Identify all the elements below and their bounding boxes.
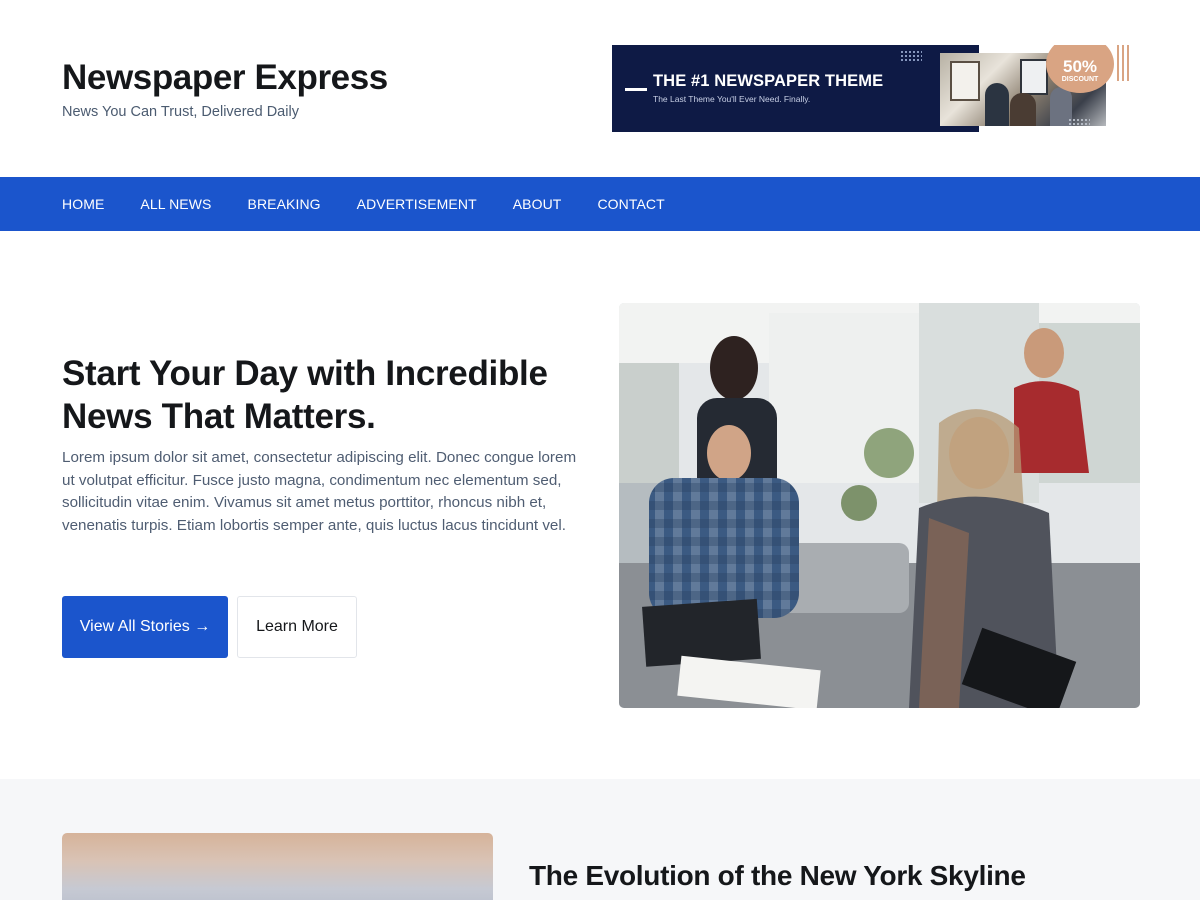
nav-item-home[interactable]: HOME [62,196,104,212]
hero-image [619,303,1140,708]
discount-percent: 50% [1062,56,1098,76]
nav-item-contact[interactable]: CONTACT [597,196,664,212]
learn-more-button[interactable]: Learn More [237,596,357,658]
nav-item-advertisement[interactable]: ADVERTISEMENT [357,196,477,212]
featured-story-image[interactable] [62,833,493,900]
view-all-stories-button[interactable]: View All Stories → [62,596,228,658]
ad-subline: The Last Theme You'll Ever Need. Finally… [653,94,811,104]
hero-heading: Start Your Day with Incredible News That… [62,354,548,436]
nav-item-about[interactable]: ABOUT [513,196,562,212]
dot-pattern-decoration-2 [1068,118,1090,127]
featured-story-title[interactable]: The Evolution of the New York Skyline [529,860,1026,892]
stripe-decoration [1117,45,1130,81]
dot-pattern-decoration [900,50,922,62]
nav-item-breaking[interactable]: BREAKING [248,196,321,212]
nav-list: HOME ALL NEWS BREAKING ADVERTISEMENT ABO… [62,177,701,231]
nav-item-all-news[interactable]: ALL NEWS [140,196,211,212]
ad-banner[interactable]: THE #1 NEWSPAPER THEME The Last Theme Yo… [612,45,1130,132]
hero-description: Lorem ipsum dolor sit amet, consectetur … [62,449,577,534]
dash-decoration [625,88,647,91]
site-header: Newspaper Express News You Can Trust, De… [0,0,1200,177]
site-tagline: News You Can Trust, Delivered Daily [62,104,299,120]
main-nav: HOME ALL NEWS BREAKING ADVERTISEMENT ABO… [0,177,1200,231]
discount-label: DISCOUNT [1061,75,1099,83]
site-title[interactable]: Newspaper Express [62,58,388,98]
ad-headline: THE #1 NEWSPAPER THEME [653,72,884,90]
